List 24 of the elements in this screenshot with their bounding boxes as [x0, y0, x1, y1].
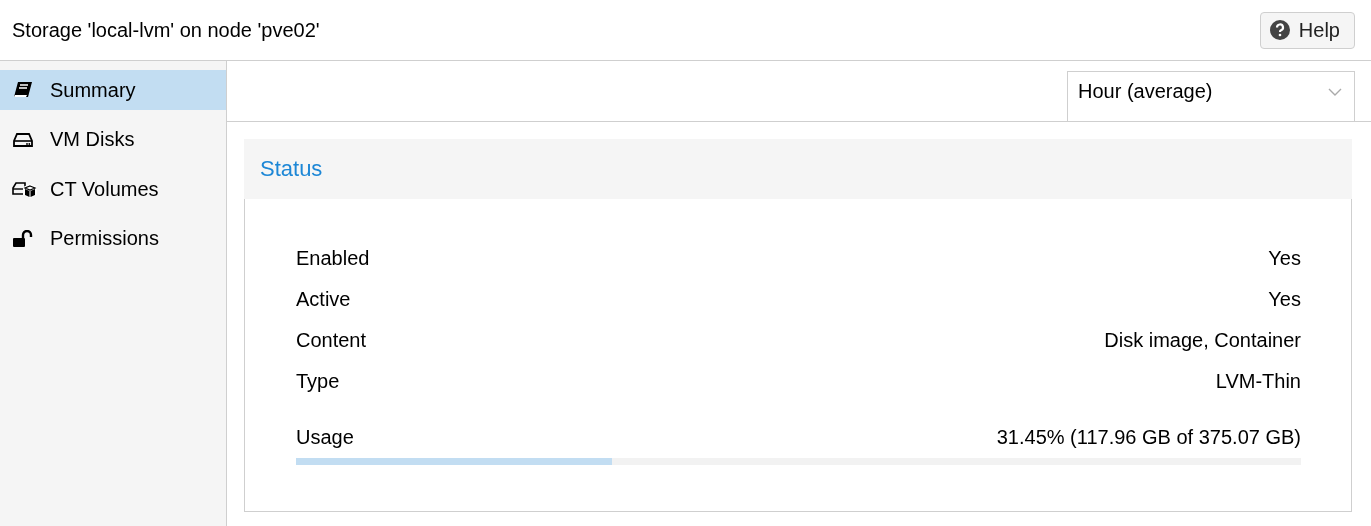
- unlocked-padlock-icon: [12, 229, 34, 248]
- panel-title: Status: [244, 139, 1352, 199]
- field-label: Type: [296, 370, 340, 394]
- sidebar-item[interactable]: VM Disks: [0, 119, 226, 160]
- chevron-down-icon: [1328, 87, 1342, 96]
- field-value: Yes: [1268, 247, 1301, 271]
- hard-drive-icon: [12, 131, 34, 148]
- timeframe-dropdown[interactable]: Hour (average): [1067, 71, 1355, 121]
- sidebar-item[interactable]: Summary: [0, 70, 226, 110]
- book-icon: [12, 81, 34, 99]
- window-title: Storage 'local-lvm' on node 'pve02': [12, 18, 320, 42]
- field-value: Disk image, Container: [1104, 329, 1301, 353]
- drive-and-box-icon: [12, 180, 38, 198]
- field-label: Enabled: [296, 247, 370, 271]
- field-label: Active: [296, 288, 351, 312]
- sidebar-item[interactable]: CT Volumes: [0, 169, 226, 209]
- field-value: Yes: [1268, 288, 1301, 312]
- field-label: Usage: [296, 426, 354, 450]
- field-label: Content: [296, 329, 367, 353]
- field-value: LVM-Thin: [1215, 370, 1301, 394]
- sidebar-item[interactable]: Permissions: [0, 218, 226, 259]
- field-value: 31.45% (117.96 GB of 375.07 GB): [996, 426, 1301, 450]
- help-icon: [1269, 20, 1290, 40]
- help-button[interactable]: Help: [1259, 11, 1355, 49]
